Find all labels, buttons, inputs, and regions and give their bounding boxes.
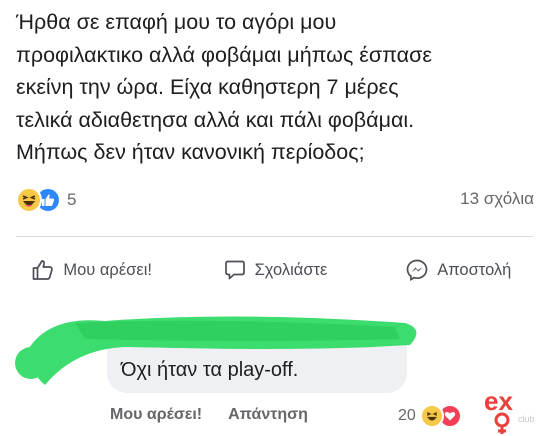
comment-like-button[interactable]: Μου αρέσει! xyxy=(110,406,202,424)
watermark-logo: ex club xyxy=(484,386,535,434)
post-line: προφιλακτικο αλλά φοβάμαι μήπως έσπασε xyxy=(16,42,432,67)
speech-bubble-icon xyxy=(224,260,245,280)
post-line: εκείνη την ώρα. Είχα καθηστερη 7 μέρες xyxy=(16,75,399,99)
haha-icon xyxy=(419,404,444,428)
post-line: Ήρθα σε επαφή μου το αγόρι μου xyxy=(16,10,337,34)
comment-label: Σχολιάστε xyxy=(254,260,328,279)
like-button[interactable]: Μου αρέσει! xyxy=(0,252,183,288)
messenger-icon xyxy=(406,259,428,281)
thumbs-up-icon xyxy=(33,260,54,280)
comment-reaction-count: 20 xyxy=(398,407,416,424)
redaction-scribble xyxy=(25,316,417,385)
haha-icon xyxy=(16,187,42,213)
svg-text:ex: ex xyxy=(484,386,513,416)
comment-text: Όχι ήταν τα play-off. xyxy=(121,359,299,381)
action-bar: Μου αρέσει! Σχολιάστε Αποστολή xyxy=(0,252,550,288)
send-button[interactable]: Αποστολή xyxy=(367,252,550,288)
post-text: Ήρθα σε επαφή μου το αγόρι μου προφιλακτ… xyxy=(16,6,541,169)
comment-button[interactable]: Σχολιάστε xyxy=(183,252,366,288)
reaction-summary[interactable]: 5 xyxy=(16,187,76,213)
divider xyxy=(16,236,534,237)
reaction-count: 5 xyxy=(67,190,77,209)
post-line: Μήπως δεν ήταν κανονική περίοδος; xyxy=(16,140,365,164)
reply-button[interactable]: Απάντηση xyxy=(228,406,308,424)
svg-text:club: club xyxy=(518,414,535,424)
post-line: τελικά αδιαθετησα αλλά και πάλι φοβάμαι. xyxy=(16,107,415,132)
send-label: Αποστολή xyxy=(437,260,512,279)
comment-reaction-summary[interactable]: 20 xyxy=(398,404,462,428)
like-label: Μου αρέσει! xyxy=(63,260,152,279)
comment: Όχι ήταν τα play-off. xyxy=(15,315,535,395)
comment-actions: Μου αρέσει! Απάντηση xyxy=(110,406,308,424)
comment-count[interactable]: 13 σχόλια xyxy=(460,189,534,209)
